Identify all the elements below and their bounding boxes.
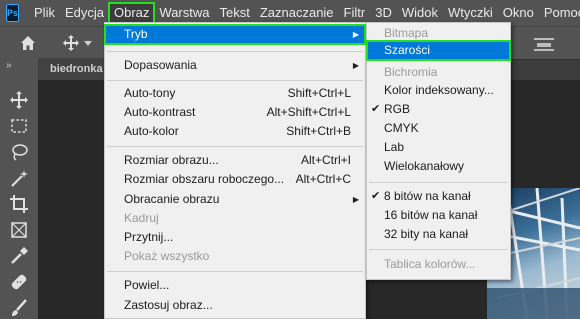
depth-32bit[interactable]: 32 bity na kanał (367, 225, 510, 244)
checkmark-icon: ✔ (371, 103, 381, 115)
menu-item-label: Auto-tony (124, 86, 176, 100)
submenu-arrow-icon: ▶ (352, 61, 359, 70)
menu-item-label: Tryb (124, 27, 148, 41)
menu-item-label: Auto-kolor (124, 124, 179, 138)
separator (107, 146, 363, 147)
menu-item-label: Bichromia (384, 65, 438, 79)
mode-lab[interactable]: Lab (367, 138, 510, 157)
marquee-icon[interactable] (9, 116, 29, 136)
menu-item-label: 16 bitów na kanał (384, 208, 478, 222)
mode-bichromia[interactable]: Bichromia (367, 63, 510, 82)
menu-item-label: Szarości (384, 43, 431, 57)
menu-item-przytnij[interactable]: Przytnij... (105, 228, 365, 247)
menu-item-label: Powiel... (124, 278, 170, 292)
chevron-down-icon[interactable] (84, 41, 92, 47)
menu-obraz[interactable]: Obraz (107, 2, 156, 24)
menu-item-rozmiar-obrazu[interactable]: Rozmiar obrazu... Alt+Ctrl+I (105, 151, 365, 170)
menu-item-label: Kolor indeksowany... (384, 83, 494, 97)
menu-plik[interactable]: Plik (29, 3, 60, 23)
crop-icon[interactable] (9, 194, 29, 214)
menu-okno[interactable]: Okno (498, 3, 539, 23)
lasso-icon[interactable] (9, 142, 29, 162)
move-tool-icon[interactable] (62, 34, 80, 52)
mode-rgb[interactable]: ✔ RGB (367, 100, 510, 119)
checkmark-icon: ✔ (371, 190, 381, 202)
menu-widok[interactable]: Widok (397, 3, 443, 23)
menu-item-auto-kolor[interactable]: Auto-kolor Shift+Ctrl+B (105, 122, 365, 141)
menu-filtr[interactable]: Filtr (339, 3, 371, 23)
move-icon[interactable] (9, 90, 29, 110)
shortcut-label: Shift+Ctrl+L (287, 86, 351, 100)
menu-item-zastosuj-obraz[interactable]: Zastosuj obraz... (105, 296, 365, 315)
separator (107, 51, 363, 52)
menu-item-powiel[interactable]: Powiel... (105, 276, 365, 295)
shortcut-label: Shift+Ctrl+B (286, 124, 351, 138)
shortcut-label: Alt+Ctrl+C (295, 172, 351, 186)
menu-item-rozmiar-obszaru[interactable]: Rozmiar obszaru roboczego... Alt+Ctrl+C (105, 170, 365, 189)
mode-tablica-kolorow[interactable]: Tablica kolorów... (367, 255, 510, 274)
menu-item-obracanie[interactable]: Obracanie obrazu ▶ (105, 190, 365, 209)
menu-zaznaczanie[interactable]: Zaznaczanie (255, 3, 339, 23)
menu-item-label: Tablica kolorów... (384, 257, 476, 271)
depth-16bit[interactable]: 16 bitów na kanał (367, 206, 510, 225)
healing-brush-icon[interactable] (9, 272, 29, 292)
menu-item-label: RGB (384, 102, 411, 116)
tools-panel: » (0, 58, 39, 319)
separator (369, 182, 508, 183)
menu-item-label: Rozmiar obszaru roboczego... (124, 172, 285, 186)
home-icon[interactable] (20, 35, 36, 51)
menu-item-label: Pokaż wszystko (124, 249, 210, 263)
menu-item-label: Przytnij... (124, 230, 174, 244)
frame-icon[interactable] (9, 220, 29, 240)
align-icon[interactable] (534, 37, 554, 51)
menu-item-label: CMYK (384, 121, 419, 135)
menu-item-label: 32 bity na kanał (384, 227, 469, 241)
menu-item-label: Obracanie obrazu (124, 192, 220, 206)
shortcut-label: Alt+Ctrl+I (300, 153, 351, 167)
photoshop-logo: Ps (6, 4, 20, 22)
menu-edycja[interactable]: Edycja (60, 3, 109, 23)
menu-warstwa[interactable]: Warstwa (154, 3, 214, 23)
shortcut-label: Alt+Shift+Ctrl+L (266, 105, 351, 119)
separator (107, 271, 363, 272)
mode-cmyk[interactable]: CMYK (367, 119, 510, 138)
menu-item-label: Rozmiar obrazu... (124, 153, 219, 167)
document-tab[interactable]: biedronka (38, 58, 108, 80)
mode-wielokanalowy[interactable]: Wielokanałowy (367, 157, 510, 176)
menu-item-pokaz-wszystko[interactable]: Pokaż wszystko (105, 247, 365, 266)
separator (369, 249, 508, 250)
menu-item-tryb[interactable]: Tryb ▶ (104, 24, 366, 45)
image-menu: Tryb ▶ Dopasowania ▶ Auto-tony Shift+Ctr… (104, 22, 366, 319)
magic-wand-icon[interactable] (9, 168, 29, 188)
menu-item-label: 8 bitów na kanał (384, 189, 471, 203)
mode-submenu: Bitmapa Szarości Bichromia Kolor indekso… (366, 22, 511, 280)
collapse-panel-icon[interactable]: » (6, 60, 12, 71)
menu-item-dopasowania[interactable]: Dopasowania ▶ (105, 56, 365, 75)
menu-item-label: Auto-kontrast (124, 105, 196, 119)
menu-pomoc[interactable]: Pomoc (539, 3, 580, 23)
menu-item-kadruj[interactable]: Kadruj (105, 209, 365, 228)
mode-kolor-indeksowany[interactable]: Kolor indeksowany... (367, 81, 510, 100)
menu-item-label: Dopasowania (124, 58, 197, 72)
menu-item-label: Wielokanałowy (384, 159, 465, 173)
menu-item-label: Kadruj (124, 211, 159, 225)
menu-item-label: Lab (384, 140, 405, 154)
brush-icon[interactable] (9, 298, 29, 318)
separator (107, 80, 363, 81)
eyedropper-icon[interactable] (9, 246, 29, 266)
menu-wtyczki[interactable]: Wtyczki (443, 3, 498, 23)
menu-tekst[interactable]: Tekst (214, 3, 254, 23)
menu-3d[interactable]: 3D (370, 3, 397, 23)
submenu-arrow-icon: ▶ (352, 30, 359, 39)
menu-item-label: Zastosuj obraz... (124, 298, 213, 312)
submenu-arrow-icon: ▶ (352, 195, 359, 204)
menu-item-auto-kontrast[interactable]: Auto-kontrast Alt+Shift+Ctrl+L (105, 103, 365, 122)
depth-8bit[interactable]: ✔ 8 bitów na kanał (367, 187, 510, 206)
menu-item-auto-tony[interactable]: Auto-tony Shift+Ctrl+L (105, 84, 365, 103)
mode-szarosci[interactable]: Szarości (366, 40, 511, 61)
